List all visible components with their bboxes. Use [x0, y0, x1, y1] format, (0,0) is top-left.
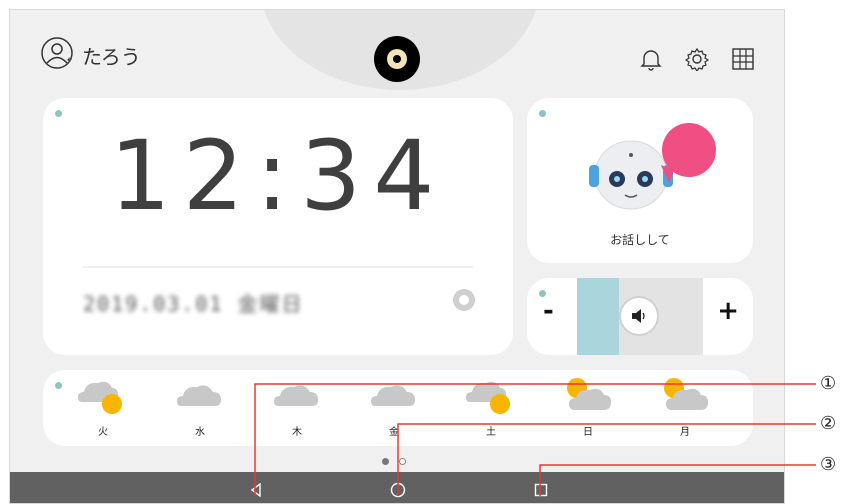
callout-2: ②: [820, 413, 837, 434]
callout-1: ①: [820, 373, 837, 394]
callout-3: ③: [820, 454, 837, 475]
callout-lines: [254, 383, 816, 496]
